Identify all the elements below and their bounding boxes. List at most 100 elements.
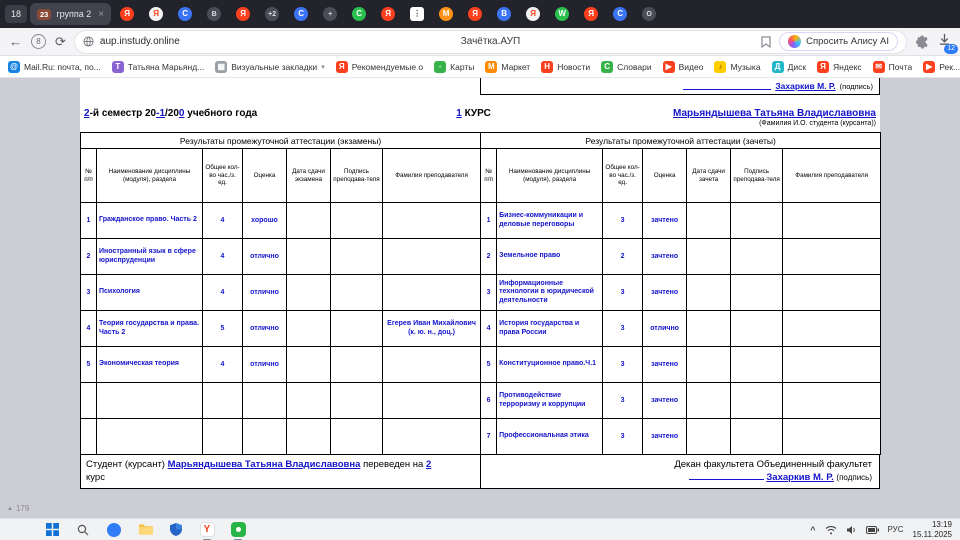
cell-teacher: [783, 275, 881, 311]
bookmark-item[interactable]: ММаркет: [485, 61, 530, 73]
browser-tab[interactable]: О: [636, 3, 662, 25]
bookmark-label: Карты: [450, 62, 474, 72]
signature-caption: (подпись): [840, 82, 873, 91]
table-row: 1Бизнес-коммуникации и деловые переговор…: [481, 203, 881, 239]
bookmark-item[interactable]: @Mail.Ru: почта, по...: [8, 61, 101, 73]
close-tab-icon[interactable]: ×: [98, 9, 104, 20]
back-button[interactable]: ←: [9, 35, 22, 48]
ask-alice-label: Спросить Алису AI: [806, 36, 889, 47]
cell-date: [287, 311, 331, 347]
taskbar-yandex-browser[interactable]: Y: [199, 522, 215, 538]
downloads-button[interactable]: 12: [938, 33, 951, 51]
tab-counter-button[interactable]: 18: [5, 5, 27, 23]
bookmark-item[interactable]: ЯЯндекс: [817, 61, 862, 73]
table-row: [81, 419, 481, 455]
cell-discipline: [97, 383, 203, 419]
browser-tab[interactable]: ⋮: [404, 3, 430, 25]
taskbar-app-browser-blue[interactable]: [106, 522, 122, 538]
cell-discipline: Профессиональная этика: [497, 419, 603, 455]
cell-teacher: [383, 239, 481, 275]
browser-tab[interactable]: Я: [462, 3, 488, 25]
ask-alice-button[interactable]: Спросить Алису AI: [779, 32, 898, 51]
url-text[interactable]: aup.instudy.online: [100, 36, 180, 47]
bookmark-flag-icon[interactable]: [761, 36, 771, 48]
browser-tab[interactable]: Я: [578, 3, 604, 25]
dean-name: Захаркив М. Р.: [766, 472, 833, 483]
taskbar-security-app[interactable]: [168, 522, 184, 538]
cell-hours: 4: [203, 275, 243, 311]
wifi-icon[interactable]: [825, 525, 837, 535]
browser-tab[interactable]: В: [201, 3, 227, 25]
header-cell: № п/п: [481, 149, 497, 203]
taskbar-green-app[interactable]: [230, 522, 246, 538]
cell-signature: [331, 311, 383, 347]
table-header-row: № п/п Наименование дисциплины (модуля), …: [81, 149, 481, 203]
video-icon: ▶: [923, 61, 935, 73]
cell-date: [287, 203, 331, 239]
bookmark-folder-visual-bookmarks[interactable]: ▦Визуальные закладки▾: [215, 61, 324, 73]
bookmark-item[interactable]: ТТатьяна Марьянд...: [112, 61, 204, 73]
browser-tab[interactable]: +: [317, 3, 343, 25]
bookmark-item[interactable]: ♪Музыка: [714, 61, 760, 73]
bookmark-item[interactable]: ННовости: [541, 61, 590, 73]
cell-discipline: Теория государства и права. Часть 2: [97, 311, 203, 347]
tab-favicon-icon: В: [497, 7, 511, 21]
like-arrow-icon: ▲: [7, 506, 13, 512]
header-cell: Оценка: [643, 149, 687, 203]
year-start-value: -1: [156, 108, 165, 119]
browser-tab[interactable]: C: [607, 3, 633, 25]
browser-tab[interactable]: C: [346, 3, 372, 25]
extensions-puzzle-icon[interactable]: [915, 35, 929, 49]
bookmark-item[interactable]: ССловари: [601, 61, 652, 73]
browser-tab[interactable]: C: [288, 3, 314, 25]
browser-tab[interactable]: Я: [143, 3, 169, 25]
browser-tab[interactable]: Я: [520, 3, 546, 25]
battery-icon[interactable]: [866, 526, 879, 534]
cell-discipline: Конституционное право.Ч.1: [497, 347, 603, 383]
browser-tab[interactable]: C: [172, 3, 198, 25]
bookmark-item[interactable]: ▶Видео: [663, 61, 704, 73]
browser-tab[interactable]: В: [491, 3, 517, 25]
browser-tab[interactable]: Я: [230, 3, 256, 25]
tab-favicon-icon: Я: [468, 7, 482, 21]
dictionary-icon: С: [601, 61, 613, 73]
tray-expand-button[interactable]: ^: [810, 525, 815, 535]
extension-badge-icon[interactable]: 8: [31, 34, 46, 49]
browser-tab[interactable]: Я: [114, 3, 140, 25]
cell-signature: [331, 239, 383, 275]
cell-teacher: [783, 311, 881, 347]
taskbar-file-explorer[interactable]: [137, 522, 153, 538]
active-tab[interactable]: 23 группа 2 ×: [30, 3, 111, 25]
document-footer: Студент (курсант) Марьяндышева Татьяна В…: [80, 454, 880, 489]
cell-grade: зачтено: [643, 203, 687, 239]
table-row: 5Конституционное право.Ч.13зачтено: [481, 347, 881, 383]
signature-blank-line: [689, 472, 764, 480]
header-cell: Оценка: [243, 149, 287, 203]
bookmark-item[interactable]: ◦Карты: [434, 61, 474, 73]
bookmark-label: Mail.Ru: почта, по...: [24, 62, 101, 72]
cell-teacher: [783, 203, 881, 239]
bookmark-label: Рекомендуемые о: [352, 62, 423, 72]
shield-icon: [170, 523, 182, 536]
tab-favicon-icon: ⋮: [410, 7, 424, 21]
like-counter-widget[interactable]: ▲ 179: [7, 504, 29, 513]
volume-icon[interactable]: [846, 525, 857, 535]
language-indicator[interactable]: РУС: [888, 525, 904, 534]
reload-button[interactable]: ⟳: [55, 35, 66, 48]
browser-tab[interactable]: +2: [259, 3, 285, 25]
bookmark-item[interactable]: ✉Почта: [873, 61, 913, 73]
browser-tab[interactable]: W: [549, 3, 575, 25]
browser-tab[interactable]: М: [433, 3, 459, 25]
clock[interactable]: 13:19 15.11.2025: [913, 520, 952, 540]
bookmark-item[interactable]: ДДиск: [772, 61, 806, 73]
bookmark-label: Татьяна Марьянд...: [128, 62, 204, 72]
browser-tab[interactable]: Я: [375, 3, 401, 25]
start-button[interactable]: [44, 522, 60, 538]
address-bar[interactable]: aup.instudy.online Зачётка.АУП Спросить …: [75, 31, 906, 53]
bookmark-item[interactable]: ▶Рек...: [923, 61, 960, 73]
cell-num: 3: [481, 275, 497, 311]
green-app-icon: [231, 522, 246, 537]
taskbar-search-button[interactable]: [75, 522, 91, 538]
tab-favicon-icon: Я: [149, 7, 163, 21]
bookmark-item[interactable]: ЯРекомендуемые о: [336, 61, 423, 73]
